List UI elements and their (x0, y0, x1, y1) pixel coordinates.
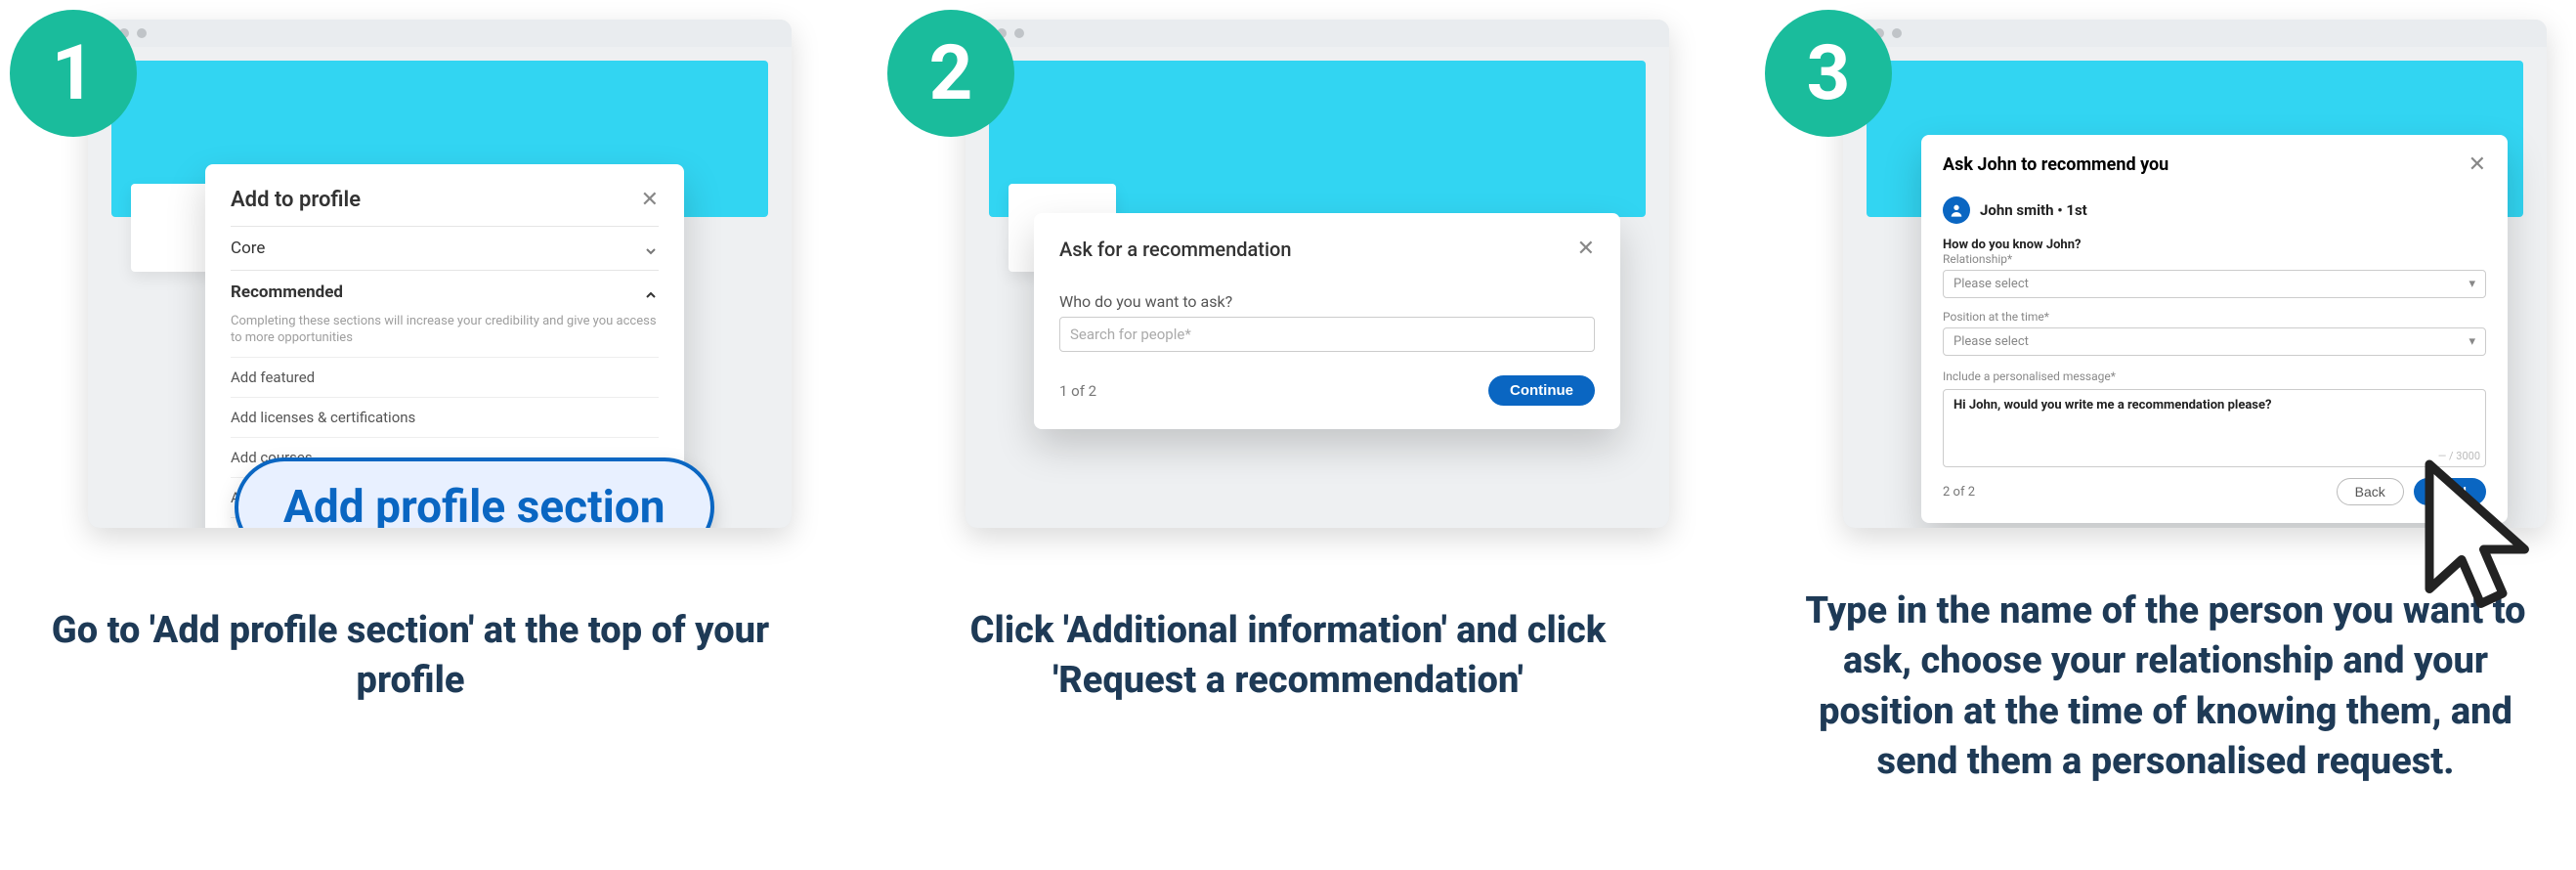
add-licenses-link[interactable]: Add licenses & certifications (231, 397, 659, 437)
message-label: Include a personalised message* (1943, 370, 2486, 383)
core-section[interactable]: Core (231, 226, 659, 270)
chevron-down-icon: ▾ (2469, 277, 2475, 291)
person-name: John smith • 1st (1980, 201, 2087, 219)
chevron-up-icon (643, 287, 659, 297)
step-number-1: 1 (52, 29, 96, 118)
chevron-down-icon (643, 243, 659, 253)
modal-title: Ask for a recommendation (1059, 238, 1292, 261)
steps-container: 1 Add to profile ✕ Core (0, 0, 2576, 787)
know-label: How do you know John? (1943, 238, 2486, 252)
who-label: Who do you want to ask? (1059, 292, 1595, 311)
step-1: 1 Add to profile ✕ Core (20, 20, 801, 787)
add-profile-section-label: Add profile section (283, 481, 665, 528)
back-button[interactable]: Back (2337, 478, 2404, 505)
step-3: 3 Ask John to recommend you ✕ (1775, 20, 2556, 787)
avatar-icon (1943, 196, 1970, 224)
continue-label: Continue (1510, 382, 1573, 399)
position-label: Position at the time* (1943, 310, 2486, 324)
modal-header: Add to profile ✕ (231, 188, 659, 226)
browser-body: Ask for a recommendation ✕ Who do you wa… (966, 47, 1669, 528)
close-icon[interactable]: ✕ (1577, 237, 1595, 261)
add-featured-link[interactable]: Add featured (231, 357, 659, 397)
modal-header: Ask for a recommendation ✕ (1059, 237, 1595, 275)
back-label: Back (2355, 484, 2385, 500)
recommended-section[interactable]: Recommended (231, 270, 659, 314)
step-2-caption: Click 'Additional information' and click… (907, 606, 1669, 707)
browser-window-2: Ask for a recommendation ✕ Who do you wa… (966, 20, 1669, 528)
browser-window-1: Add to profile ✕ Core Recommended (88, 20, 792, 528)
step-number-3: 3 (1807, 29, 1851, 118)
relationship-placeholder: Please select (1953, 277, 2029, 291)
traffic-dot (1892, 28, 1902, 38)
modal-title: Add to profile (231, 188, 361, 212)
traffic-dot (137, 28, 147, 38)
recommended-desc: Completing these sections will increase … (231, 314, 659, 357)
close-icon[interactable]: ✕ (2469, 152, 2486, 177)
position-select[interactable]: Please select ▾ (1943, 327, 2486, 356)
core-label: Core (231, 239, 265, 258)
modal-header: Ask John to recommend you ✕ (1943, 152, 2486, 185)
search-people-input[interactable]: Search for people* (1059, 317, 1595, 352)
step-2: 2 Ask for a recommendation ✕ Who do you … (897, 20, 1679, 787)
browser-chrome (966, 20, 1669, 47)
message-text: Hi John, would you write me a recommenda… (1953, 398, 2271, 413)
relationship-select[interactable]: Please select ▾ (1943, 270, 2486, 298)
step-number-badge-1: 1 (10, 10, 137, 137)
page-indicator: 2 of 2 (1943, 485, 1975, 500)
step-number-badge-3: 3 (1765, 10, 1892, 137)
step-number-badge-2: 2 (887, 10, 1014, 137)
page-indicator: 1 of 2 (1059, 382, 1096, 400)
cursor-icon (2400, 450, 2547, 626)
person-row: John smith • 1st (1943, 196, 2486, 224)
ask-recommendation-modal: Ask for a recommendation ✕ Who do you wa… (1034, 213, 1620, 429)
step-number-2: 2 (929, 29, 973, 118)
browser-chrome (88, 20, 792, 47)
modal-title: Ask John to recommend you (1943, 154, 2168, 175)
add-profile-section-button[interactable]: Add profile section (235, 457, 714, 528)
close-icon[interactable]: ✕ (641, 188, 659, 212)
position-placeholder: Please select (1953, 334, 2029, 349)
browser-chrome (1843, 20, 2547, 47)
continue-button[interactable]: Continue (1488, 375, 1595, 406)
recommended-label: Recommended (231, 283, 343, 302)
browser-body: Add to profile ✕ Core Recommended (88, 47, 792, 528)
traffic-dot (1014, 28, 1024, 38)
relationship-label: Relationship* (1943, 252, 2486, 266)
modal-footer: 1 of 2 Continue (1059, 375, 1595, 406)
step-1-caption: Go to 'Add profile section' at the top o… (29, 606, 792, 707)
chevron-down-icon: ▾ (2469, 334, 2475, 349)
